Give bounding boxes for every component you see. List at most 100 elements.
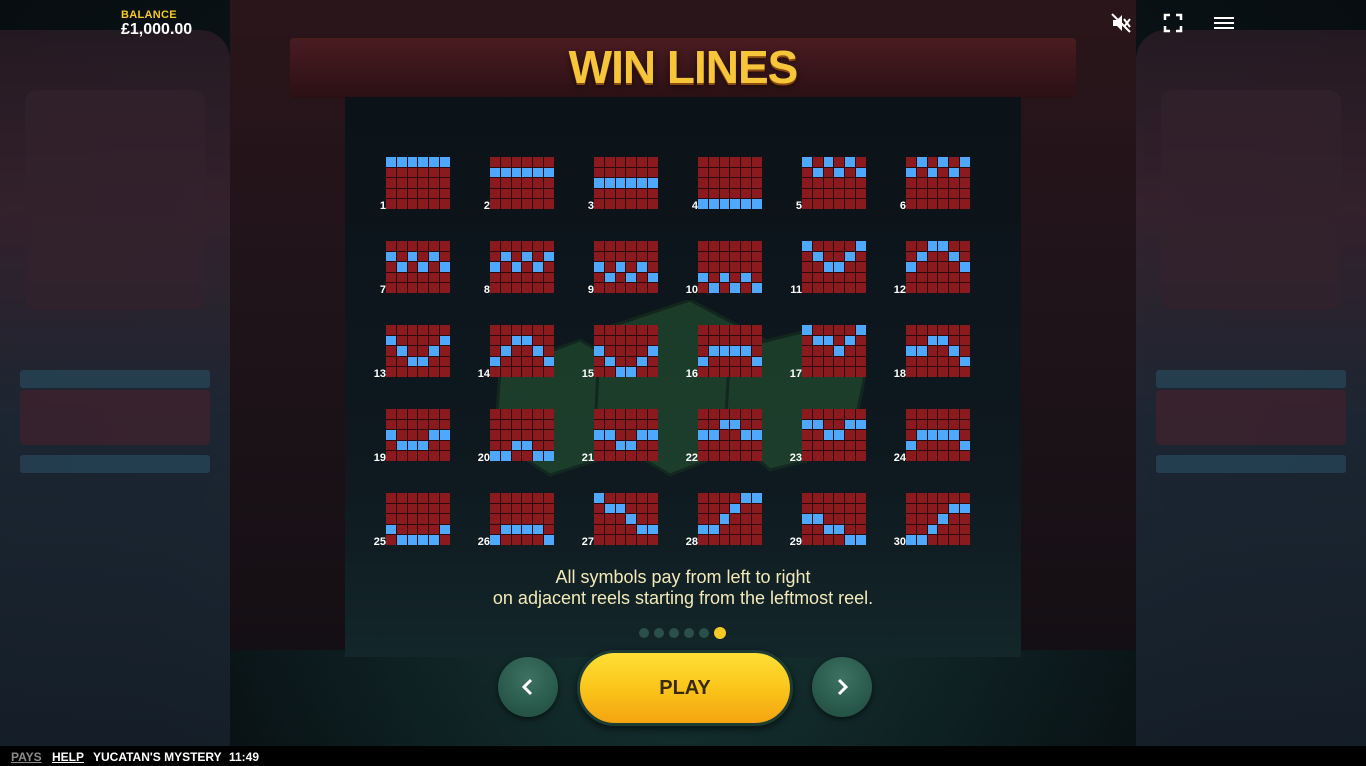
- win-line-highlight-cell: [544, 167, 554, 178]
- win-line-pattern: [802, 409, 866, 461]
- win-line-cell: [386, 503, 396, 514]
- pays-link[interactable]: PAYS: [11, 750, 42, 764]
- win-line-highlight-cell: [938, 241, 949, 251]
- win-line-highlight-cell: [949, 430, 960, 440]
- win-line-cell: [719, 440, 730, 451]
- win-line-number: 12: [893, 284, 906, 296]
- win-line-cell: [741, 440, 752, 451]
- win-line-cell: [741, 188, 752, 199]
- win-line-cell: [698, 262, 708, 272]
- win-line-cell: [615, 409, 626, 419]
- next-page-button[interactable]: [812, 657, 872, 717]
- win-line-cell: [752, 535, 762, 545]
- win-line-highlight-cell: [730, 419, 741, 430]
- win-line-cell: [500, 178, 511, 188]
- win-line-cell: [429, 493, 440, 503]
- win-line-cell: [719, 503, 730, 514]
- win-line-cell: [637, 367, 648, 377]
- win-line-pattern: [802, 241, 866, 293]
- page-dot[interactable]: [684, 627, 694, 638]
- win-line-cell: [823, 356, 834, 367]
- win-line-cell: [708, 440, 719, 451]
- win-line-cell: [615, 251, 626, 262]
- page-dot[interactable]: [669, 627, 679, 638]
- win-line-highlight-cell: [500, 451, 511, 461]
- win-line-number: 24: [893, 452, 906, 464]
- page-dot-active[interactable]: [714, 626, 726, 639]
- win-line-cell: [648, 356, 658, 367]
- win-line-cell: [856, 346, 866, 356]
- win-line-highlight-cell: [708, 199, 719, 209]
- win-line-cell: [741, 503, 752, 514]
- win-line-cell: [949, 188, 960, 199]
- win-line-cell: [637, 167, 648, 178]
- win-line-cell: [741, 356, 752, 367]
- win-line-cell: [418, 346, 429, 356]
- win-line-cell: [522, 493, 533, 503]
- win-line-highlight-cell: [386, 251, 396, 262]
- win-line-highlight-cell: [752, 283, 762, 293]
- win-line-cell: [500, 367, 511, 377]
- win-line-cell: [429, 419, 440, 430]
- win-line-cell: [927, 440, 938, 451]
- win-line-cell: [927, 503, 938, 514]
- win-line-cell: [440, 188, 450, 199]
- win-line-cell: [594, 503, 604, 514]
- win-line-cell: [500, 199, 511, 209]
- previous-page-button[interactable]: [498, 657, 558, 717]
- win-line-highlight-cell: [856, 325, 866, 335]
- fullscreen-button[interactable]: [1162, 12, 1184, 34]
- win-line-cell: [730, 356, 741, 367]
- win-line-cell: [834, 199, 845, 209]
- win-line-cell: [708, 157, 719, 167]
- mute-button[interactable]: [1110, 12, 1132, 34]
- win-line-highlight-cell: [418, 440, 429, 451]
- page-dot[interactable]: [699, 627, 709, 638]
- win-line-highlight-cell: [511, 440, 522, 451]
- win-line-cell: [440, 514, 450, 524]
- win-line-highlight-cell: [719, 419, 730, 430]
- win-line-highlight-cell: [533, 167, 544, 178]
- win-line-cell: [906, 283, 916, 293]
- win-line-cell: [429, 178, 440, 188]
- play-button[interactable]: PLAY: [577, 650, 793, 726]
- win-line-highlight-cell: [730, 503, 741, 514]
- win-line-cell: [604, 325, 615, 335]
- win-line-cell: [960, 493, 970, 503]
- win-line-cell: [741, 167, 752, 178]
- win-line-cell: [949, 524, 960, 535]
- win-line-cell: [708, 325, 719, 335]
- win-line-cell: [511, 419, 522, 430]
- win-line-cell: [594, 241, 604, 251]
- win-line-cell: [407, 283, 418, 293]
- win-line-cell: [741, 325, 752, 335]
- win-line-cell: [522, 241, 533, 251]
- help-link[interactable]: HELP: [52, 750, 84, 764]
- win-line-cell: [730, 188, 741, 199]
- win-line-cell: [856, 199, 866, 209]
- win-line-highlight-cell: [386, 430, 396, 440]
- win-line-highlight-cell: [949, 251, 960, 262]
- menu-button[interactable]: [1213, 12, 1235, 34]
- win-line-cell: [834, 157, 845, 167]
- win-line-cell: [752, 409, 762, 419]
- win-line-cell: [938, 451, 949, 461]
- totem-pillar-left: [0, 30, 230, 750]
- win-line-cell: [938, 283, 949, 293]
- win-line-cell: [594, 356, 604, 367]
- win-line-cell: [490, 188, 500, 199]
- page-dot[interactable]: [639, 627, 649, 638]
- win-line-cell: [440, 199, 450, 209]
- win-line-highlight-cell: [533, 524, 544, 535]
- win-line-cell: [407, 503, 418, 514]
- win-line-17: 17: [781, 324, 871, 380]
- win-line-pattern: [594, 493, 658, 545]
- page-dot[interactable]: [654, 627, 664, 638]
- win-line-highlight-cell: [938, 335, 949, 346]
- win-line-cell: [856, 430, 866, 440]
- win-line-cell: [544, 419, 554, 430]
- win-line-cell: [490, 199, 500, 209]
- win-line-cell: [407, 167, 418, 178]
- win-line-highlight-cell: [407, 157, 418, 167]
- win-line-cell: [927, 514, 938, 524]
